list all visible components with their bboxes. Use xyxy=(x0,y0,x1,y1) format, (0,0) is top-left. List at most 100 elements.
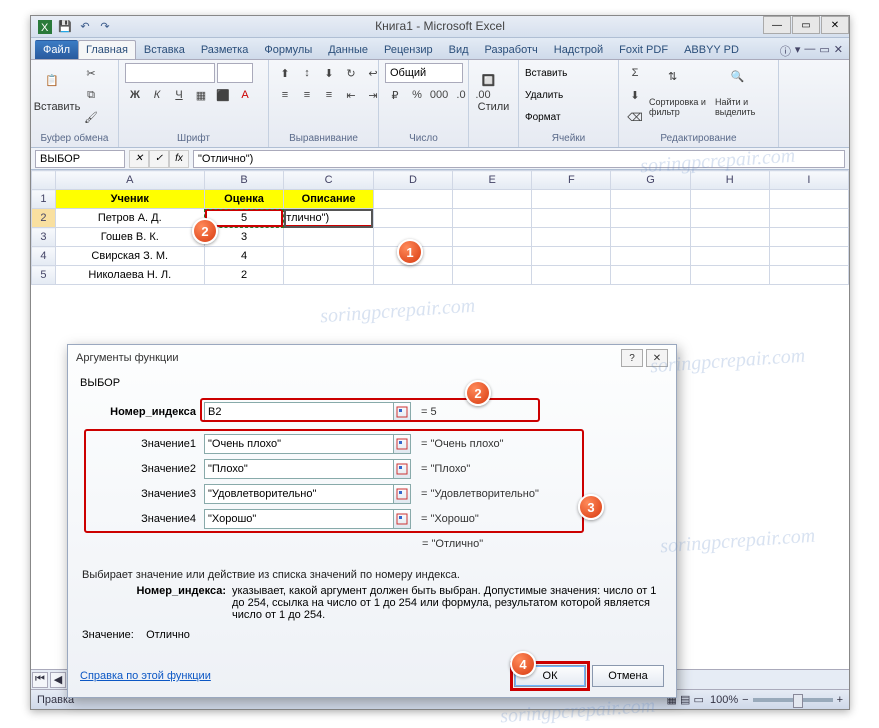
tab-dev[interactable]: Разработч xyxy=(477,40,546,59)
align-bot-icon[interactable]: ⬇ xyxy=(319,63,339,83)
range-picker-icon[interactable] xyxy=(393,484,411,504)
row-header[interactable]: 4 xyxy=(32,247,56,266)
sort-filter-button[interactable]: ⇅Сортировка и фильтр xyxy=(649,63,711,123)
tab-data[interactable]: Данные xyxy=(320,40,376,59)
name-box[interactable]: ВЫБОР xyxy=(35,150,125,168)
tab-abbyy[interactable]: ABBYY PD xyxy=(676,40,747,59)
cell[interactable] xyxy=(532,266,611,285)
cell[interactable] xyxy=(453,228,532,247)
sheet-nav-prev-icon[interactable]: ◀ xyxy=(50,672,66,688)
cut-icon[interactable]: ✂ xyxy=(81,63,101,83)
cell[interactable] xyxy=(453,209,532,228)
tab-home[interactable]: Главная xyxy=(78,40,136,59)
cell-A4[interactable]: Свирская З. М. xyxy=(55,247,204,266)
doc-max-icon[interactable]: ▭ xyxy=(819,43,829,59)
cell-B5[interactable]: 2 xyxy=(204,266,284,285)
cell[interactable] xyxy=(373,190,452,209)
cell-B4[interactable]: 4 xyxy=(204,247,284,266)
col-header-A[interactable]: A xyxy=(55,171,204,190)
cell[interactable] xyxy=(373,266,452,285)
redo-icon[interactable]: ↷ xyxy=(97,19,113,35)
indent-dec-icon[interactable]: ⇤ xyxy=(341,85,361,105)
cell[interactable] xyxy=(690,190,769,209)
copy-icon[interactable]: ⧉ xyxy=(81,85,101,105)
arg-value1-input[interactable]: "Очень плохо" xyxy=(204,434,394,454)
arg-value4-input[interactable]: "Хорошо" xyxy=(204,509,394,529)
format-painter-icon[interactable]: 🖌 xyxy=(81,107,101,127)
font-color-button[interactable]: A xyxy=(235,85,255,105)
col-header-C[interactable]: C xyxy=(284,171,374,190)
fill-color-button[interactable]: ⬛ xyxy=(213,85,233,105)
comma-icon[interactable]: 000 xyxy=(429,85,449,105)
cell[interactable] xyxy=(373,209,452,228)
zoom-slider[interactable] xyxy=(753,698,833,702)
orientation-icon[interactable]: ↻ xyxy=(341,63,361,83)
align-center-icon[interactable]: ≡ xyxy=(297,85,317,105)
enter-formula-button[interactable]: ✓ xyxy=(149,150,169,168)
cell[interactable] xyxy=(611,190,690,209)
cell[interactable] xyxy=(769,209,848,228)
cell-C1[interactable]: Описание xyxy=(284,190,374,209)
select-all-corner[interactable] xyxy=(32,171,56,190)
cell-C5[interactable] xyxy=(284,266,374,285)
cell-C2[interactable]: тлично") xyxy=(284,209,374,228)
maximize-button[interactable]: ▭ xyxy=(792,16,820,34)
doc-close-icon[interactable]: ✕ xyxy=(834,43,843,59)
paste-button[interactable]: 📋 Вставить xyxy=(37,63,77,123)
tab-insert[interactable]: Вставка xyxy=(136,40,193,59)
find-button[interactable]: 🔍Найти и выделить xyxy=(715,63,770,123)
align-mid-icon[interactable]: ↕ xyxy=(297,63,317,83)
col-header-I[interactable]: I xyxy=(769,171,848,190)
col-header-H[interactable]: H xyxy=(690,171,769,190)
cell[interactable] xyxy=(769,228,848,247)
range-picker-icon[interactable] xyxy=(393,459,411,479)
fx-button[interactable]: fx xyxy=(169,150,189,168)
dec-inc-icon[interactable]: .0 xyxy=(451,85,471,105)
close-button[interactable]: ✕ xyxy=(821,16,849,34)
percent-icon[interactable]: % xyxy=(407,85,427,105)
autosum-icon[interactable]: Σ xyxy=(625,63,645,83)
cell[interactable] xyxy=(690,247,769,266)
font-name-select[interactable] xyxy=(125,63,215,83)
cancel-button[interactable]: Отмена xyxy=(592,665,664,687)
cell[interactable] xyxy=(453,247,532,266)
zoom-out-button[interactable]: − xyxy=(742,694,748,706)
cell[interactable] xyxy=(690,266,769,285)
tab-addin[interactable]: Надстрой xyxy=(546,40,611,59)
formula-input[interactable]: "Отлично") xyxy=(193,150,845,168)
view-break-icon[interactable]: ▭ xyxy=(693,693,703,706)
cell[interactable] xyxy=(532,190,611,209)
format-cells-button[interactable]: Формат xyxy=(525,112,561,123)
insert-cells-button[interactable]: Вставить xyxy=(525,68,567,79)
italic-button[interactable]: К xyxy=(147,85,167,105)
tab-formulas[interactable]: Формулы xyxy=(256,40,320,59)
cell[interactable] xyxy=(611,228,690,247)
cell[interactable] xyxy=(532,209,611,228)
range-picker-icon[interactable] xyxy=(393,434,411,454)
col-header-D[interactable]: D xyxy=(373,171,452,190)
tab-review[interactable]: Рецензир xyxy=(376,40,441,59)
cell[interactable] xyxy=(611,209,690,228)
cell[interactable] xyxy=(690,209,769,228)
cell-A3[interactable]: Гошев В. К. xyxy=(55,228,204,247)
minimize-button[interactable]: — xyxy=(763,16,791,34)
col-header-E[interactable]: E xyxy=(453,171,532,190)
cell-C3[interactable] xyxy=(284,228,374,247)
cell[interactable] xyxy=(769,266,848,285)
cell-A1[interactable]: Ученик xyxy=(55,190,204,209)
cell[interactable] xyxy=(769,190,848,209)
col-header-G[interactable]: G xyxy=(611,171,690,190)
clear-icon[interactable]: ⌫ xyxy=(625,107,645,127)
font-size-select[interactable] xyxy=(217,63,253,83)
cell[interactable] xyxy=(532,247,611,266)
cell[interactable] xyxy=(611,247,690,266)
worksheet[interactable]: A B C D E F G H I 1 Ученик Оценка Описан… xyxy=(31,170,849,285)
border-button[interactable]: ▦ xyxy=(191,85,211,105)
align-right-icon[interactable]: ≡ xyxy=(319,85,339,105)
tab-file[interactable]: Файл xyxy=(35,40,78,59)
row-header[interactable]: 3 xyxy=(32,228,56,247)
currency-icon[interactable]: ₽ xyxy=(385,85,405,105)
cell[interactable] xyxy=(532,228,611,247)
row-header[interactable]: 1 xyxy=(32,190,56,209)
underline-button[interactable]: Ч xyxy=(169,85,189,105)
